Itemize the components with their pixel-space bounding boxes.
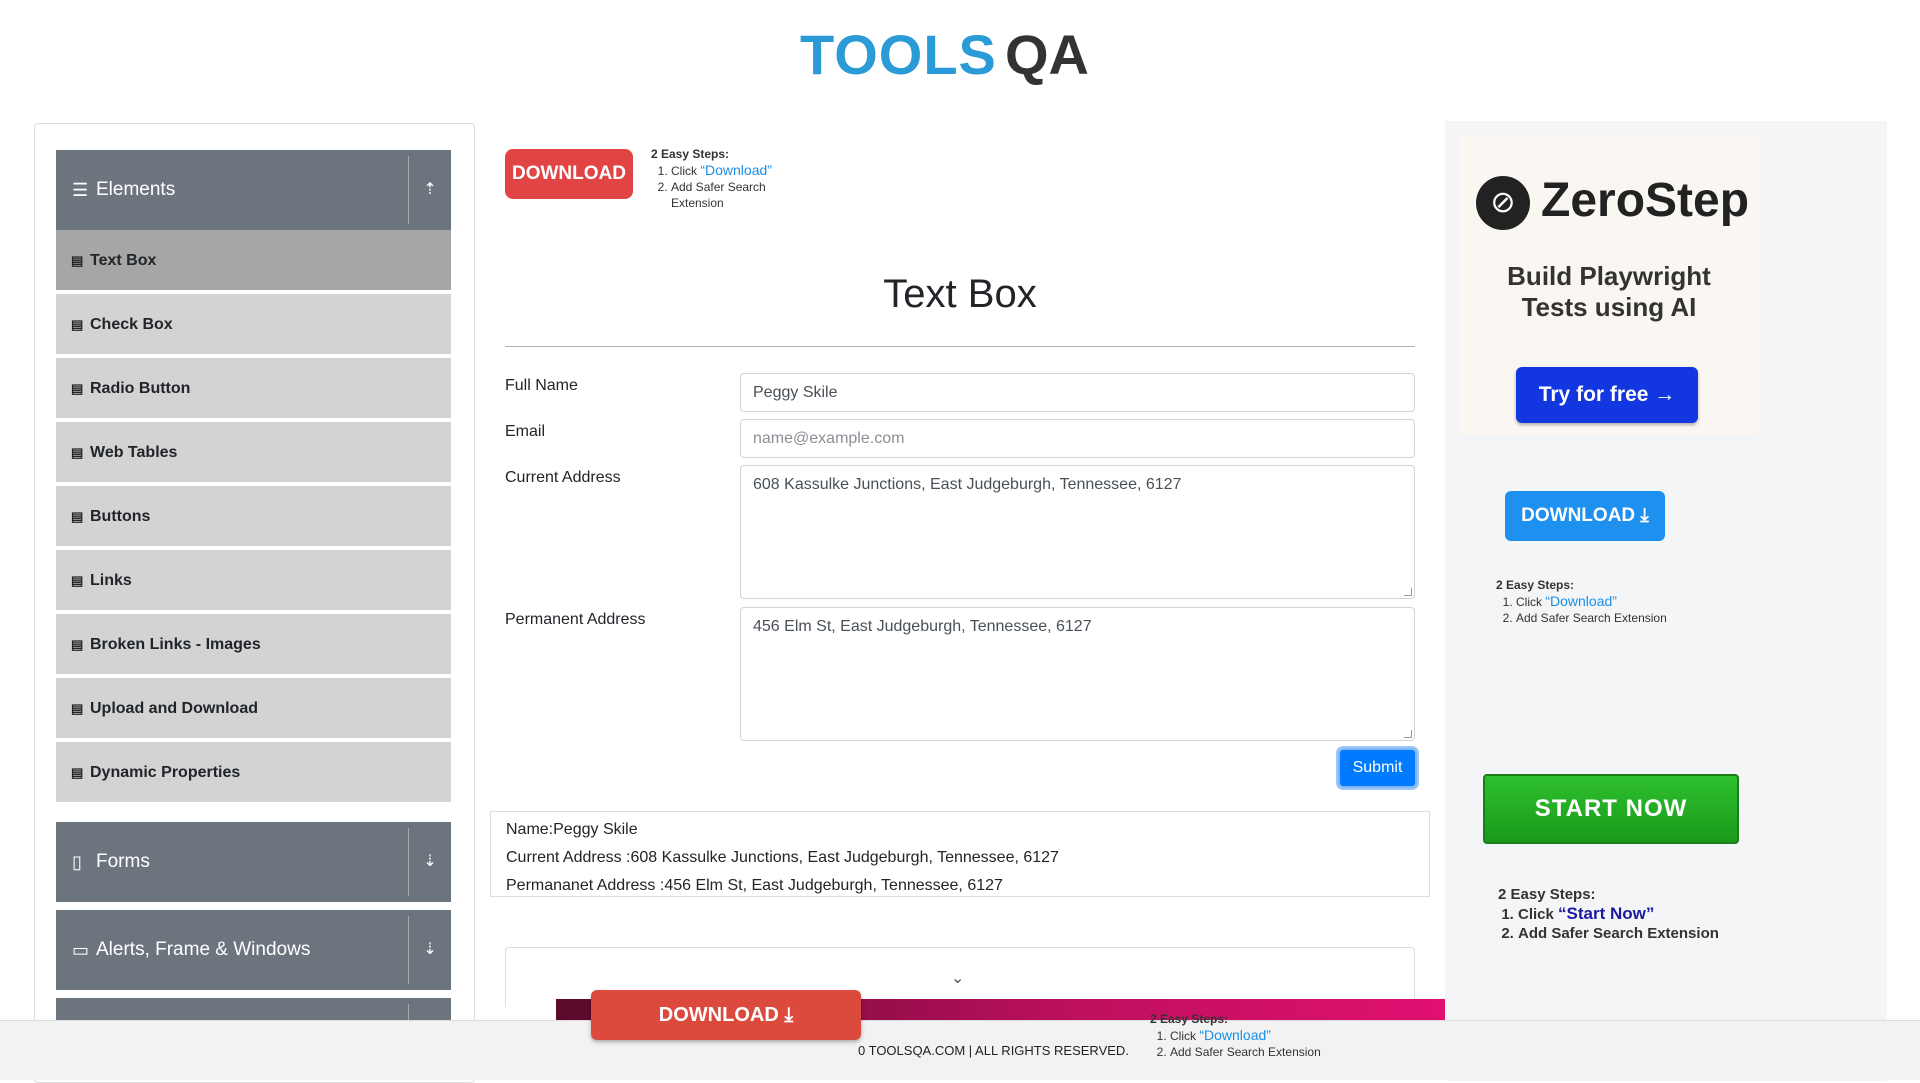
expand-down-icon[interactable]: ⇣ bbox=[409, 910, 451, 990]
footer-ad-steps: 2 Easy Steps: Click “Download” Add Safer… bbox=[1150, 1011, 1321, 1060]
ad-download-button[interactable]: DOWNLOAD bbox=[505, 149, 633, 199]
sidebar-item-web-tables[interactable]: ▤ Web Tables bbox=[56, 422, 451, 484]
sidebar-item-label: Upload and Download bbox=[90, 700, 258, 717]
email-input[interactable]: name@example.com bbox=[740, 419, 1415, 458]
ad-steps: 2 Easy Steps: Click “Download” Add Safer… bbox=[651, 146, 772, 211]
item-icon: ▤ bbox=[71, 573, 84, 588]
sidebar: ☰ Elements ⇡ ▤ Text Box ▤ Check Box ▤ Ra… bbox=[34, 123, 475, 1083]
group-label: Forms bbox=[96, 851, 150, 872]
step-2: Add Safer Search Extension bbox=[1170, 1044, 1321, 1060]
sidebar-item-buttons[interactable]: ▤ Buttons bbox=[56, 486, 451, 548]
step-1: Click “Start Now” bbox=[1518, 904, 1719, 924]
current-address-label: Current Address bbox=[505, 469, 621, 486]
item-icon: ▤ bbox=[71, 701, 84, 716]
sidebar-item-label: Dynamic Properties bbox=[90, 764, 241, 781]
zerostep-ad[interactable]: ⊘ ZeroStep Build Playwright Tests using … bbox=[1459, 135, 1759, 435]
ad-banner-top[interactable]: DOWNLOAD 2 Easy Steps: Click “Download” … bbox=[505, 146, 805, 211]
email-label: Email bbox=[505, 423, 546, 440]
group-label: Elements bbox=[96, 179, 176, 200]
sidebar-item-check-box[interactable]: ▤ Check Box bbox=[56, 294, 451, 356]
steps-title: 2 Easy Steps: bbox=[651, 147, 730, 161]
download-icon: ⤓ bbox=[1640, 505, 1649, 526]
sidebar-item-label: Text Box bbox=[90, 252, 157, 269]
submit-button[interactable]: Submit bbox=[1338, 748, 1417, 788]
step-1: Click “Download” bbox=[671, 162, 772, 179]
window-icon: ▭ bbox=[72, 940, 90, 960]
group-label: Alerts, Frame & Windows bbox=[96, 939, 311, 960]
site-header: TOOLS QA bbox=[0, 0, 1920, 100]
output-name: Name:Peggy Skile bbox=[506, 821, 638, 838]
expand-down-icon[interactable]: ⇣ bbox=[409, 822, 451, 902]
output-panel: Name:Peggy Skile Current Address :608 Ka… bbox=[490, 811, 1430, 897]
chevron-down-icon[interactable]: ⌄ bbox=[951, 968, 964, 988]
item-icon: ▤ bbox=[71, 381, 84, 396]
sidebar-item-label: Buttons bbox=[90, 508, 151, 525]
footer: 0 TOOLSQA.COM | ALL RIGHTS RESERVED. 2 E… bbox=[0, 1012, 1920, 1080]
logo-qa-text: QA bbox=[1005, 23, 1089, 86]
resize-handle[interactable] bbox=[1404, 730, 1412, 738]
try-for-free-button[interactable]: Try for free → bbox=[1516, 367, 1698, 423]
document-icon: ▯ bbox=[72, 852, 82, 872]
item-icon: ▤ bbox=[71, 765, 84, 780]
step-1: Click “Download” bbox=[1170, 1027, 1321, 1044]
ad-download-button[interactable]: DOWNLOAD ⤓ bbox=[1505, 491, 1665, 541]
zerostep-brand: ZeroStep bbox=[1541, 174, 1750, 227]
download-icon: ⤓ bbox=[784, 1004, 794, 1026]
steps-title: 2 Easy Steps: bbox=[1150, 1012, 1229, 1026]
sidebar-item-label: Web Tables bbox=[90, 444, 178, 461]
sidebar-item-broken-links[interactable]: ▤ Broken Links - Images bbox=[56, 614, 451, 676]
step-1: Click “Download” bbox=[1516, 593, 1667, 610]
sidebar-item-upload-download[interactable]: ▤ Upload and Download bbox=[56, 678, 451, 740]
permanent-address-label: Permanent Address bbox=[505, 611, 646, 628]
ad-steps: 2 Easy Steps: Click “Start Now” Add Safe… bbox=[1498, 885, 1719, 943]
ad-steps: 2 Easy Steps: Click “Download” Add Safer… bbox=[1496, 577, 1667, 626]
sidebar-item-label: Radio Button bbox=[90, 380, 191, 397]
sidebar-group-forms[interactable]: ▯ Forms ⇣ bbox=[56, 822, 451, 902]
sidebar-item-text-box[interactable]: ▤ Text Box bbox=[56, 230, 451, 292]
item-icon: ▤ bbox=[71, 509, 84, 524]
sidebar-item-label: Check Box bbox=[90, 316, 173, 333]
full-name-input[interactable]: Peggy Skile bbox=[740, 373, 1415, 412]
footer-download-button[interactable]: DOWNLOAD ⤓ bbox=[591, 990, 861, 1040]
step-2: Add Safer Search Extension bbox=[1516, 610, 1667, 626]
permanent-address-textarea[interactable]: 456 Elm St, East Judgeburgh, Tennessee, … bbox=[740, 607, 1415, 741]
current-address-value: 608 Kassulke Junctions, East Judgeburgh,… bbox=[753, 476, 1182, 493]
sidebar-group-elements[interactable]: ☰ Elements ⇡ bbox=[56, 150, 451, 230]
item-icon: ▤ bbox=[71, 253, 84, 268]
start-now-button[interactable]: START NOW bbox=[1483, 774, 1739, 844]
permanent-address-value: 456 Elm St, East Judgeburgh, Tennessee, … bbox=[753, 618, 1092, 635]
current-address-textarea[interactable]: 608 Kassulke Junctions, East Judgeburgh,… bbox=[740, 465, 1415, 599]
output-current-address: Current Address :608 Kassulke Junctions,… bbox=[506, 849, 1059, 866]
copyright-text: 0 TOOLSQA.COM | ALL RIGHTS RESERVED. bbox=[858, 1043, 1129, 1058]
sidebar-item-dynamic-properties[interactable]: ▤ Dynamic Properties bbox=[56, 742, 451, 804]
zerostep-logo-icon: ⊘ bbox=[1476, 176, 1530, 230]
step-2: Add Safer SearchExtension bbox=[671, 179, 772, 211]
item-icon: ▤ bbox=[71, 637, 84, 652]
steps-title: 2 Easy Steps: bbox=[1496, 578, 1575, 592]
sidebar-item-label: Broken Links - Images bbox=[90, 636, 261, 653]
sidebar-item-label: Links bbox=[90, 572, 132, 589]
hamburger-icon: ☰ bbox=[72, 180, 89, 200]
item-icon: ▤ bbox=[71, 445, 84, 460]
steps-title: 2 Easy Steps: bbox=[1498, 886, 1596, 903]
right-ad-column: ⊘ ZeroStep Build Playwright Tests using … bbox=[1445, 121, 1887, 1081]
step-2: Add Safer Search Extension bbox=[1518, 924, 1719, 943]
full-name-label: Full Name bbox=[505, 377, 578, 394]
page-title: Text Box bbox=[883, 272, 1037, 316]
zerostep-tagline: Build Playwright Tests using AI bbox=[1507, 261, 1711, 322]
item-icon: ▤ bbox=[71, 317, 84, 332]
title-divider bbox=[505, 346, 1415, 347]
toolsqa-logo[interactable]: TOOLS QA bbox=[800, 14, 1125, 94]
sidebar-group-alerts[interactable]: ▭ Alerts, Frame & Windows ⇣ bbox=[56, 910, 451, 990]
sidebar-item-links[interactable]: ▤ Links bbox=[56, 550, 451, 612]
collapse-up-icon[interactable]: ⇡ bbox=[409, 150, 451, 230]
resize-handle[interactable] bbox=[1404, 588, 1412, 596]
logo-text: TOOLS bbox=[800, 23, 997, 86]
sidebar-item-radio-button[interactable]: ▤ Radio Button bbox=[56, 358, 451, 420]
output-permanent-address: Permananet Address :456 Elm St, East Jud… bbox=[506, 877, 1003, 894]
